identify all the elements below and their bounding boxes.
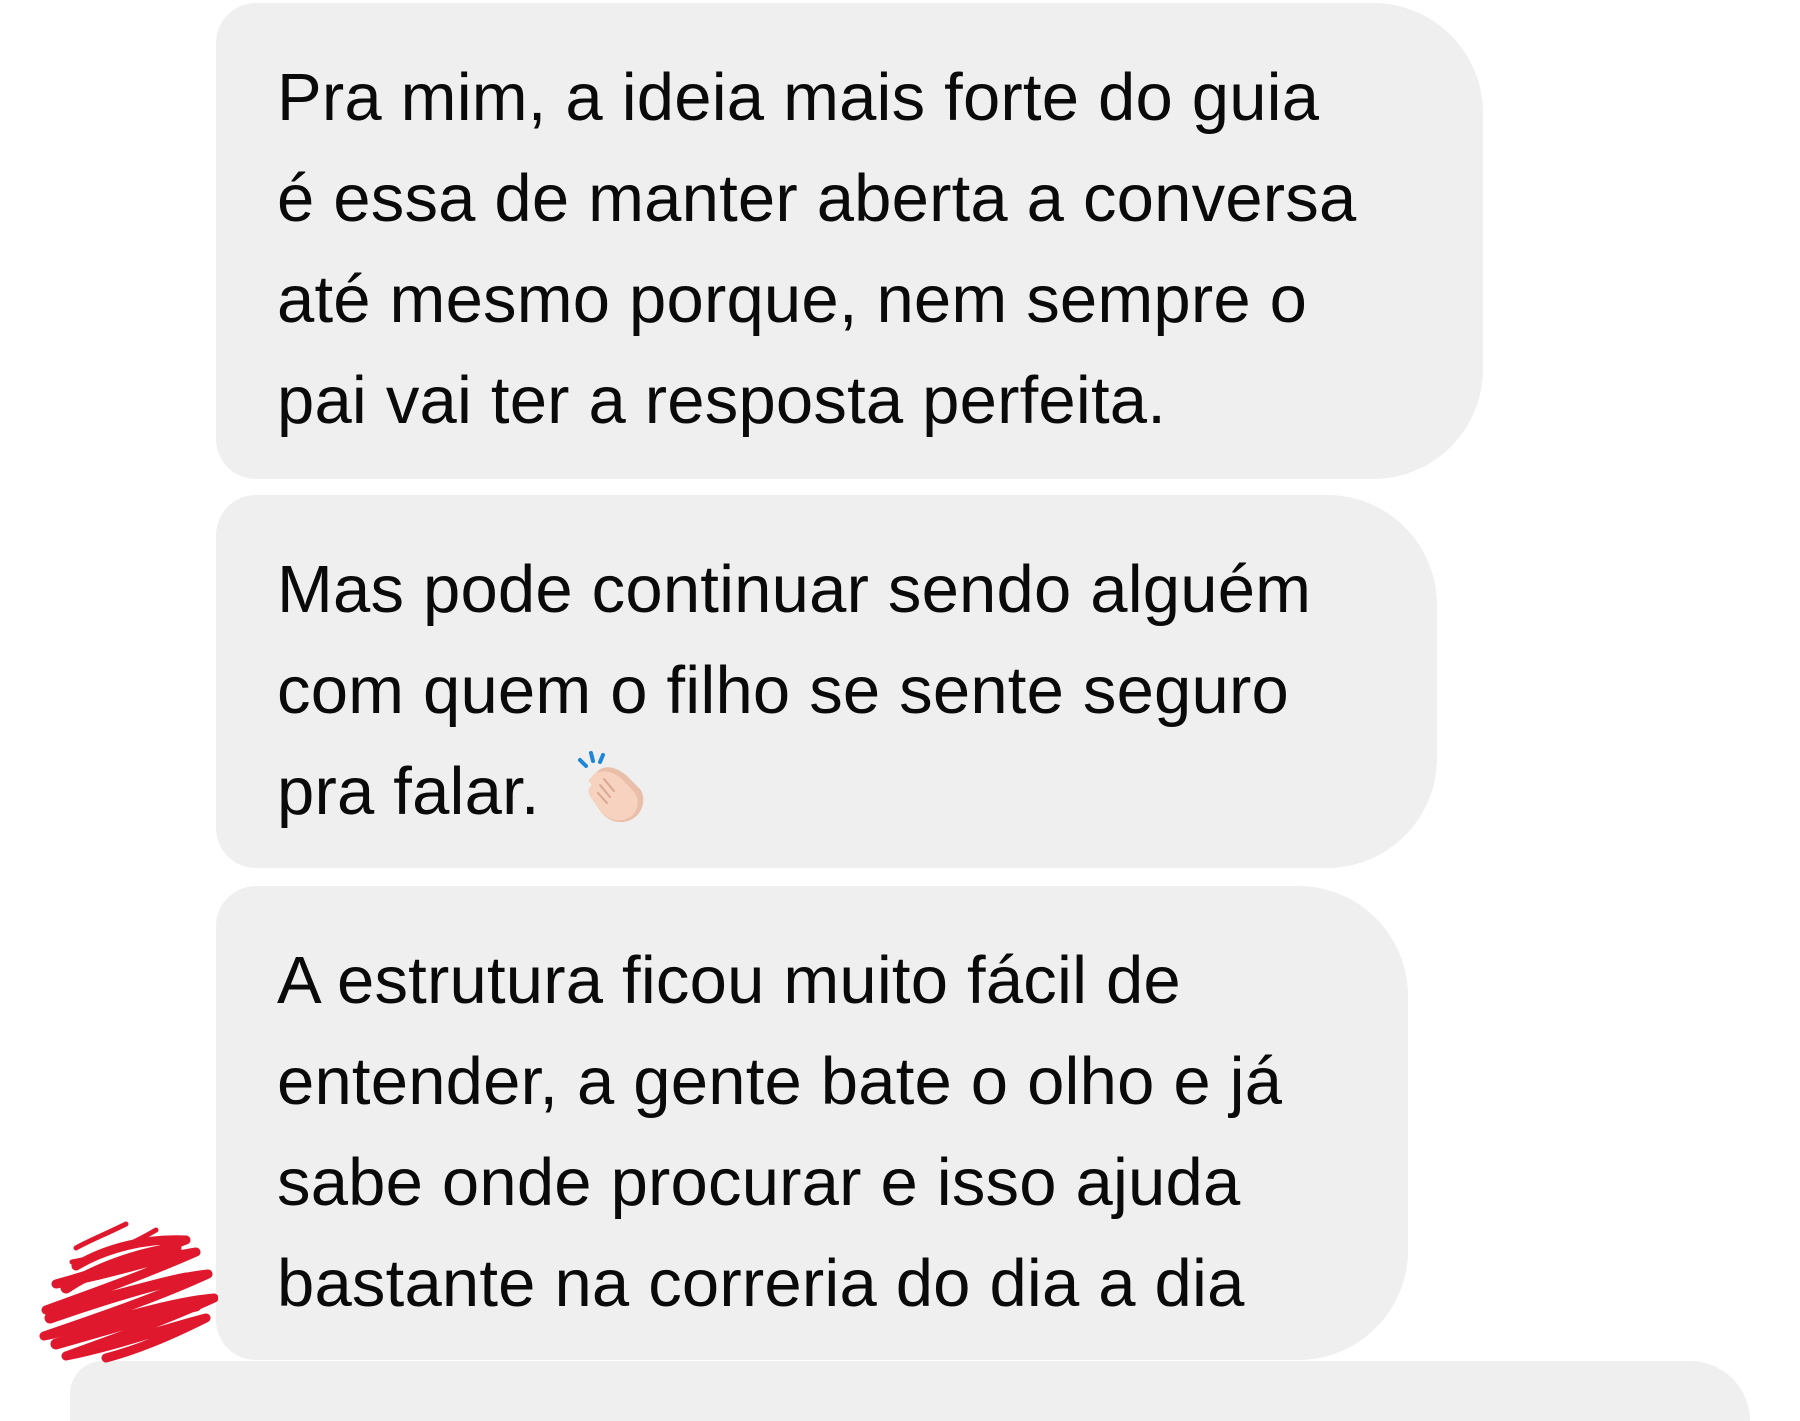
message-text-line: Pra mim, a ideia mais forte do guia: [277, 60, 1320, 135]
message-bubble[interactable]: Mas pode continuar sendo alguém com quem…: [216, 495, 1437, 868]
clapping-hands-icon: [577, 750, 644, 822]
message-text-line: entender, a gente bate o olho e já: [277, 1044, 1283, 1119]
message-text-line: pai vai ter a resposta perfeita.: [277, 363, 1167, 438]
redacted-avatar-scribble: [39, 1221, 218, 1363]
message-bubble-partial[interactable]: [70, 1361, 1750, 1421]
message-text-line: até mesmo porque, nem sempre o: [277, 262, 1308, 337]
message-text-line: é essa de manter aberta a conversa: [277, 161, 1357, 236]
message-bubble[interactable]: Pra mim, a ideia mais forte do guia é es…: [216, 3, 1483, 479]
message-text-line: Mas pode continuar sendo alguém: [277, 552, 1312, 627]
message-text-line: sabe onde procurar e isso ajuda: [277, 1145, 1241, 1220]
message-text-line: bastante na correria do dia a dia: [277, 1246, 1245, 1321]
message-text-line: com quem o filho se sente seguro: [277, 653, 1289, 728]
message-text-line: A estrutura ficou muito fácil de: [277, 943, 1181, 1018]
message-bubble[interactable]: A estrutura ficou muito fácil de entende…: [216, 886, 1408, 1360]
message-text-line: pra falar.: [277, 754, 540, 829]
